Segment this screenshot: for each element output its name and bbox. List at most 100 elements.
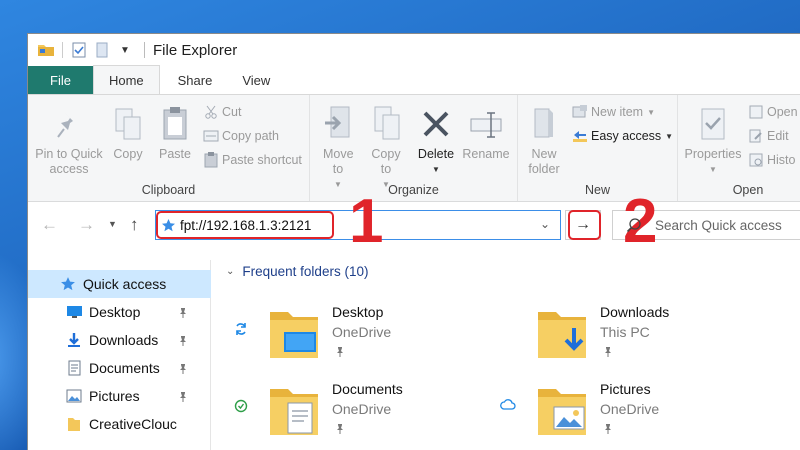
folder-tile-documents[interactable]: Documents OneDrive: [226, 377, 486, 447]
desktop-folder-icon: [270, 312, 318, 358]
tab-file[interactable]: File: [28, 66, 93, 94]
properties-button[interactable]: Properties ▼: [682, 101, 744, 177]
pin-icon[interactable]: [177, 390, 189, 406]
copy-to-icon: [371, 101, 401, 141]
sync-icon: [234, 322, 248, 339]
rename-button[interactable]: Rename: [460, 101, 512, 162]
search-input[interactable]: [655, 217, 795, 233]
back-arrow-icon[interactable]: ←: [41, 215, 58, 235]
up-arrow-icon[interactable]: ↑: [130, 215, 139, 235]
open-button[interactable]: Open: [748, 104, 798, 120]
cut-label: Cut: [222, 105, 242, 119]
chevron-down-icon: ⌄: [226, 266, 235, 277]
pin-icon[interactable]: [177, 334, 189, 350]
forward-arrow-icon[interactable]: →: [78, 215, 95, 235]
content-pane: ⌄ Frequent folders (10) Desktop OneDrive…: [212, 260, 800, 450]
ribbon-tabs: File Home Share View: [28, 65, 800, 94]
open-group: Properties ▼ Open Edit Histo Open: [678, 95, 800, 201]
organize-group-label: Organize: [388, 183, 439, 197]
quick-access-toolbar: ▼: [36, 40, 138, 60]
move-to-button[interactable]: Move to ▼: [318, 101, 358, 192]
scissors-icon: [203, 104, 219, 120]
pin-icon[interactable]: [602, 423, 614, 438]
nav-item-label: Downloads: [89, 332, 159, 348]
folder-name: Documents: [332, 381, 403, 397]
navigation-pane: Quick access Desktop Downloads Documents…: [28, 260, 211, 450]
tab-share[interactable]: Share: [160, 66, 231, 94]
delete-button[interactable]: Delete ▼: [416, 101, 456, 177]
pin-icon: [55, 101, 83, 141]
new-folder-icon: [531, 101, 557, 141]
pictures-icon: [65, 387, 83, 405]
nav-item-desktop[interactable]: Desktop: [28, 298, 211, 326]
paste-label: Paste: [159, 147, 191, 161]
move-to-icon: [323, 101, 353, 141]
go-button-highlight-outline: [568, 210, 601, 240]
folder-name: Desktop: [332, 304, 384, 320]
copy-to-label: Copy to: [371, 147, 401, 176]
nav-item-label: Documents: [89, 360, 160, 376]
history-label: Histo: [767, 153, 796, 167]
easy-access-button[interactable]: Easy access ▼: [572, 128, 673, 144]
folder-tile-pictures[interactable]: Pictures OneDrive: [494, 377, 754, 447]
new-folder-qat-icon[interactable]: [92, 40, 112, 60]
recent-locations-dropdown-icon[interactable]: ▼: [108, 219, 117, 229]
edit-button[interactable]: Edit: [748, 128, 789, 144]
open-label: Open: [767, 105, 798, 119]
star-icon: [59, 275, 77, 293]
window-title: File Explorer: [153, 41, 238, 59]
nav-item-documents[interactable]: Documents: [28, 354, 211, 382]
paste-shortcut-icon: [203, 152, 219, 168]
rename-icon: [469, 101, 503, 141]
folder-name: Pictures: [600, 381, 651, 397]
customize-toolbar-dropdown-icon[interactable]: ▼: [115, 40, 135, 60]
delete-label: Delete: [417, 147, 455, 161]
tab-view[interactable]: View: [230, 66, 282, 94]
easy-access-dropdown-icon: ▼: [665, 131, 674, 141]
pin-to-quick-access-button[interactable]: Pin to Quick access: [34, 101, 104, 177]
pin-icon[interactable]: [177, 362, 189, 378]
cut-button[interactable]: Cut: [203, 104, 241, 120]
cloud-icon: [500, 399, 516, 414]
pin-icon[interactable]: [334, 423, 346, 438]
copy-button[interactable]: Copy: [108, 101, 148, 162]
history-button[interactable]: Histo: [748, 152, 795, 168]
paste-shortcut-label: Paste shortcut: [222, 153, 302, 167]
copy-to-button[interactable]: Copy to ▼: [366, 101, 406, 192]
address-dropdown-icon[interactable]: ⌄: [540, 217, 550, 231]
new-group: New folder New item ▼ Easy access ▼ New: [518, 95, 678, 201]
rename-label: Rename: [462, 147, 510, 161]
ribbon: Pin to Quick access Copy Paste Cut Copy …: [28, 94, 800, 202]
new-item-button[interactable]: New item ▼: [572, 104, 655, 120]
properties-qat-icon[interactable]: [69, 40, 89, 60]
delete-dropdown-icon: ▼: [432, 165, 440, 174]
documents-icon: [65, 359, 83, 377]
properties-dropdown-icon: ▼: [709, 165, 717, 174]
nav-item-downloads[interactable]: Downloads: [28, 326, 211, 354]
history-icon: [748, 152, 764, 168]
nav-item-pictures[interactable]: Pictures: [28, 382, 211, 410]
easy-access-label: Easy access: [591, 129, 662, 143]
nav-item-creativecloud[interactable]: CreativeClouc: [28, 410, 211, 438]
copy-path-label: Copy path: [222, 129, 279, 143]
paste-button[interactable]: Paste: [154, 101, 196, 162]
folder-tile-desktop[interactable]: Desktop OneDrive: [226, 300, 486, 370]
folder-location: OneDrive: [332, 324, 392, 340]
downloads-folder-icon: [538, 312, 586, 358]
folder-tile-downloads[interactable]: Downloads This PC: [494, 300, 754, 370]
check-circle-icon: [234, 399, 248, 416]
file-explorer-window: ▼ File Explorer File Home Share View Pin…: [27, 33, 800, 450]
pin-icon[interactable]: [602, 346, 614, 361]
copy-path-button[interactable]: Copy path: [203, 128, 279, 144]
pin-icon[interactable]: [334, 346, 346, 361]
clipboard-group: Pin to Quick access Copy Paste Cut Copy …: [28, 95, 310, 201]
frequent-folders-header[interactable]: ⌄ Frequent folders (10): [226, 264, 368, 279]
pin-icon[interactable]: [177, 306, 189, 322]
pictures-folder-icon: [538, 389, 586, 435]
move-to-label: Move to: [323, 147, 354, 176]
nav-item-quick-access[interactable]: Quick access: [28, 270, 211, 298]
new-item-icon: [572, 104, 588, 120]
new-folder-button[interactable]: New folder: [524, 101, 564, 177]
tab-home[interactable]: Home: [92, 65, 160, 94]
paste-shortcut-button[interactable]: Paste shortcut: [203, 152, 302, 168]
